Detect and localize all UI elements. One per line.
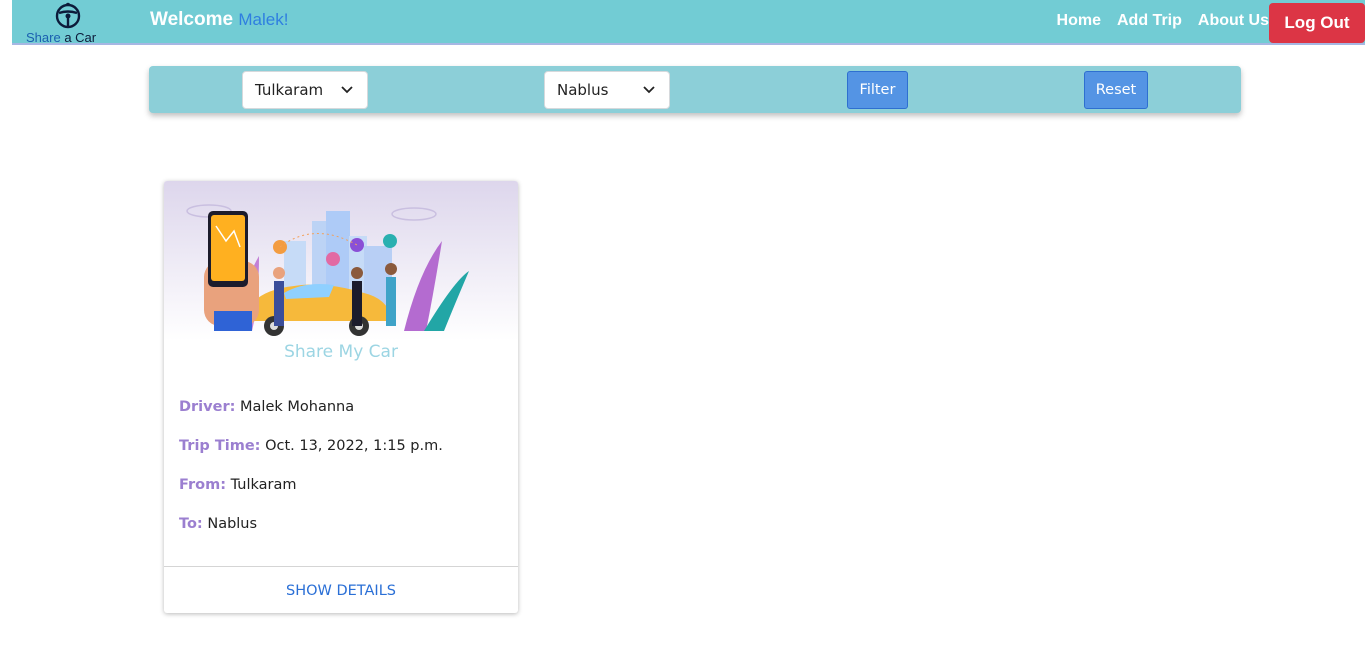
filter-bar: Tulkaram Nablus Filter Reset — [149, 66, 1241, 113]
ride-share-illustration — [164, 181, 518, 341]
logo-text: Share a Car — [26, 31, 110, 45]
logout-button[interactable]: Log Out — [1269, 3, 1365, 43]
steering-wheel-icon — [55, 2, 81, 29]
nav-link-about-us[interactable]: About Us — [1198, 12, 1269, 30]
trip-time-value: Oct. 13, 2022, 1:15 p.m. — [265, 438, 443, 454]
to-value: Nablus — [207, 516, 258, 532]
from-city-select[interactable]: Tulkaram — [242, 71, 368, 109]
nav-link-home[interactable]: Home — [1057, 12, 1101, 30]
driver-value: Malek Mohanna — [240, 399, 355, 415]
nav-link-add-trip[interactable]: Add Trip — [1117, 12, 1182, 30]
username: Malek! — [238, 10, 289, 29]
chevron-down-icon — [341, 86, 353, 94]
navbar: Share a Car Welcome Malek! Home Add Trip… — [12, 0, 1365, 45]
from-value: Tulkaram — [230, 477, 297, 493]
trip-driver: Driver: Malek Mohanna — [179, 399, 354, 415]
welcome-message: Welcome Malek! — [150, 9, 288, 31]
driver-label: Driver: — [179, 399, 236, 415]
trip-card-title: Share My Car — [284, 342, 398, 362]
filter-button[interactable]: Filter — [847, 71, 908, 109]
to-label: To: — [179, 516, 203, 532]
trip-time-label: Trip Time: — [179, 438, 261, 454]
trip-to: To: Nablus — [179, 516, 257, 532]
trip-card: Share My Car Driver: Malek Mohanna Trip … — [164, 181, 518, 613]
logo-text-share: Share — [26, 30, 61, 45]
to-city-select[interactable]: Nablus — [544, 71, 670, 109]
chevron-down-icon — [643, 86, 655, 94]
from-label: From: — [179, 477, 226, 493]
to-city-value: Nablus — [557, 81, 609, 99]
from-city-value: Tulkaram — [255, 81, 324, 99]
brand-logo[interactable]: Share a Car — [26, 1, 110, 45]
logo-text-a-car: a Car — [64, 30, 97, 45]
nav-links: Home Add Trip About Us — [1057, 12, 1269, 30]
welcome-label: Welcome — [150, 9, 234, 30]
trip-from: From: Tulkaram — [179, 477, 296, 493]
show-details-button[interactable]: SHOW DETAILS — [164, 566, 518, 613]
trip-time: Trip Time: Oct. 13, 2022, 1:15 p.m. — [179, 438, 443, 454]
reset-button[interactable]: Reset — [1084, 71, 1148, 109]
